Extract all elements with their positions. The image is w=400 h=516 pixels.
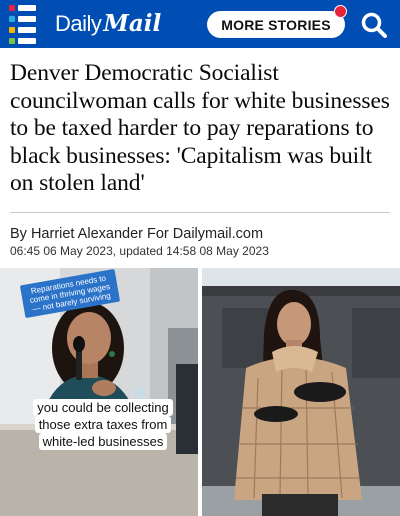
right-photo-image: [202, 268, 400, 516]
menu-icon[interactable]: [0, 0, 44, 48]
video-caption-text: you could be collecting those extra taxe…: [33, 399, 173, 450]
menu-row: [9, 4, 44, 11]
more-stories-button[interactable]: MORE STORIES: [207, 11, 345, 38]
menu-row: [9, 15, 44, 22]
logo-mail-text: Mail: [103, 10, 162, 37]
article-byline[interactable]: By Harriet Alexander For Dailymail.com: [10, 226, 263, 242]
menu-row: [9, 37, 44, 44]
notification-badge: [334, 5, 347, 18]
article-dateline: 06:45 06 May 2023, updated 14:58 08 May …: [10, 244, 269, 258]
search-icon[interactable]: [360, 11, 388, 39]
site-header: Daily Mail MORE STORIES: [0, 0, 400, 48]
divider: [10, 212, 390, 213]
logo-daily-text: Daily: [55, 11, 102, 36]
video-caption: you could be collecting those extra taxe…: [28, 399, 178, 450]
site-logo[interactable]: Daily Mail: [55, 10, 161, 38]
right-photo[interactable]: [202, 268, 400, 516]
menu-row: [9, 26, 44, 33]
article-headline: Denver Democratic Socialist councilwoman…: [10, 60, 390, 196]
